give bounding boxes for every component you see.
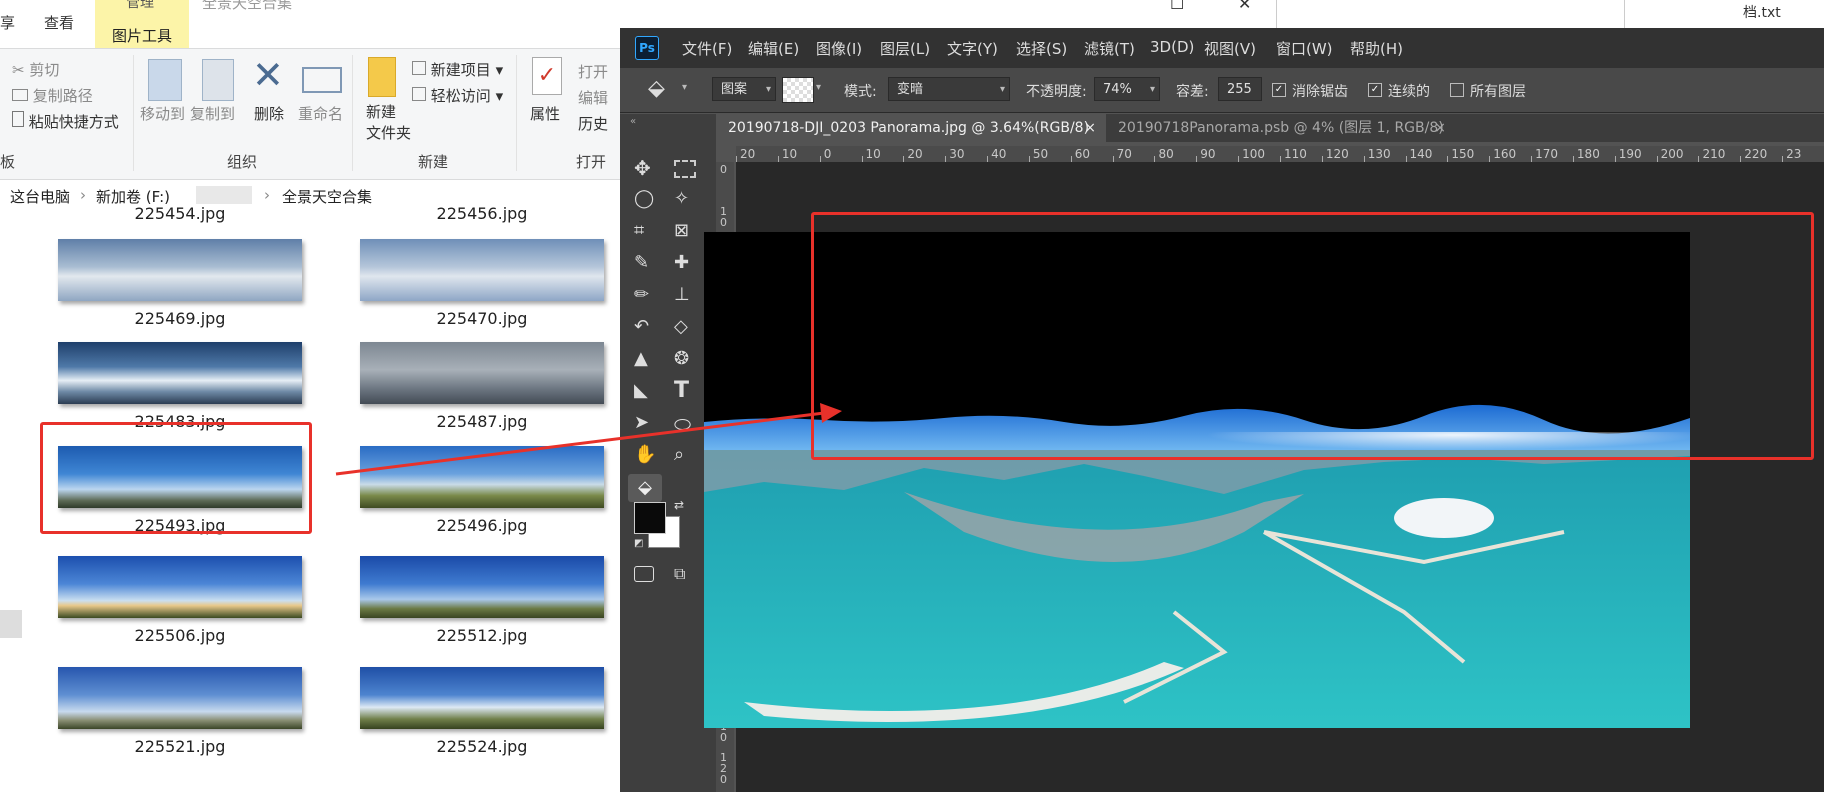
annotation-arrow [335, 403, 842, 476]
